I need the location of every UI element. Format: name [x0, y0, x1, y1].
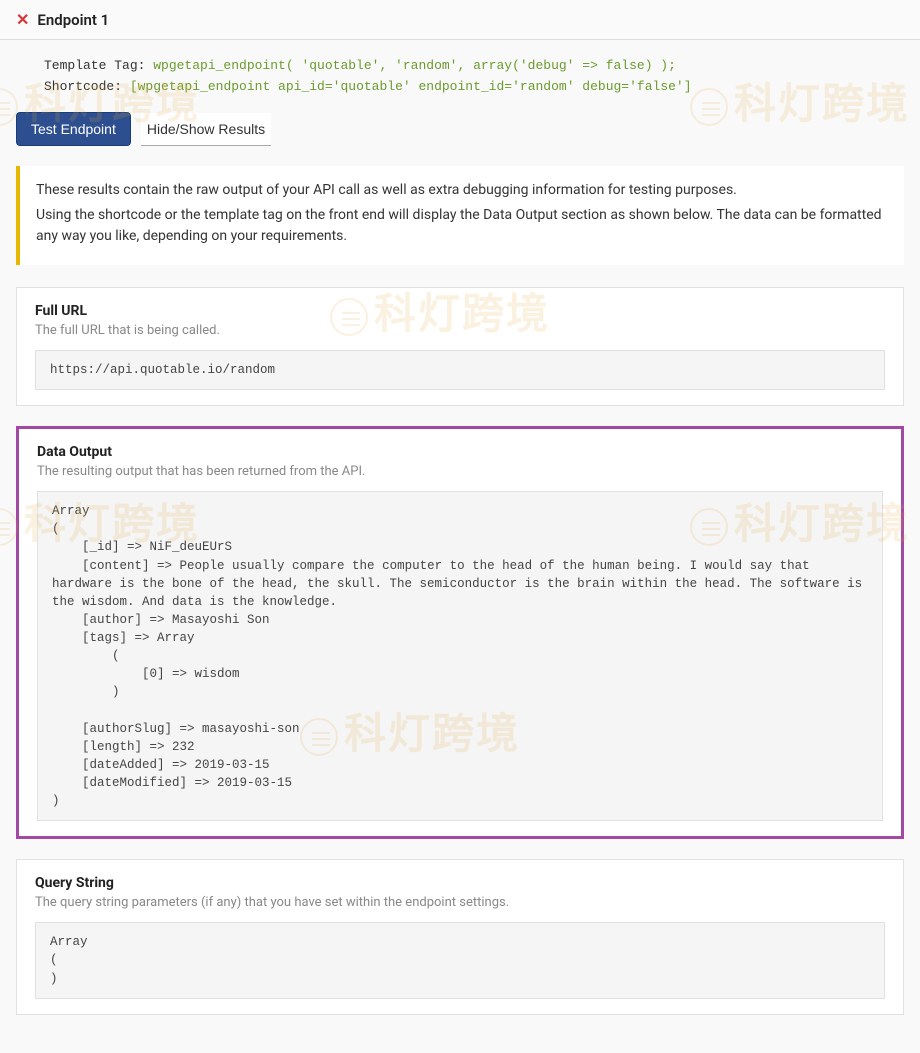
full-url-panel: Full URL The full URL that is being call… — [16, 287, 904, 406]
shortcode-value: [wpgetapi_endpoint api_id='quotable' end… — [130, 79, 692, 94]
template-tag-label: Template Tag: — [44, 58, 153, 73]
hide-show-results-button[interactable]: Hide/Show Results — [141, 113, 271, 146]
data-output-panel: Data Output The resulting output that ha… — [16, 426, 904, 839]
data-output-title: Data Output — [37, 444, 883, 460]
close-icon[interactable]: ✕ — [16, 10, 29, 29]
query-string-desc: The query string parameters (if any) tha… — [35, 895, 885, 910]
button-row: Test Endpoint Hide/Show Results — [16, 112, 904, 146]
data-output-value: Array ( [_id] => NiF_deuEUrS [content] =… — [37, 491, 883, 821]
shortcode-label: Shortcode: — [44, 79, 130, 94]
template-tag-line: Template Tag: wpgetapi_endpoint( 'quotab… — [16, 58, 904, 73]
callout-line-1: These results contain the raw output of … — [36, 180, 888, 201]
results-info-callout: These results contain the raw output of … — [16, 166, 904, 265]
full-url-value: https://api.quotable.io/random — [35, 350, 885, 390]
shortcode-line: Shortcode: [wpgetapi_endpoint api_id='qu… — [16, 79, 904, 94]
test-endpoint-button[interactable]: Test Endpoint — [16, 112, 131, 146]
full-url-desc: The full URL that is being called. — [35, 323, 885, 338]
full-url-title: Full URL — [35, 303, 885, 319]
query-string-panel: Query String The query string parameters… — [16, 859, 904, 1014]
callout-line-2: Using the shortcode or the template tag … — [36, 205, 888, 247]
endpoint-title: Endpoint 1 — [37, 11, 109, 29]
query-string-title: Query String — [35, 875, 885, 891]
panel-header: ✕ Endpoint 1 — [0, 0, 920, 40]
code-snippets: Template Tag: wpgetapi_endpoint( 'quotab… — [16, 58, 904, 94]
data-output-desc: The resulting output that has been retur… — [37, 464, 883, 479]
query-string-value: Array ( ) — [35, 922, 885, 998]
template-tag-value: wpgetapi_endpoint( 'quotable', 'random',… — [153, 58, 676, 73]
